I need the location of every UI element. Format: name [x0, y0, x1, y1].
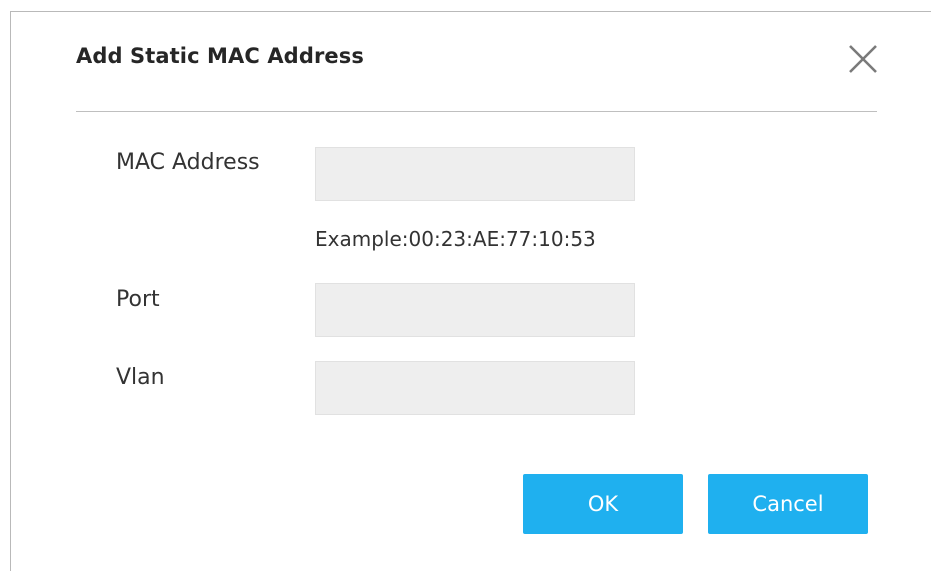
mac-address-example-hint: Example:00:23:AE:77:10:53 — [315, 227, 596, 251]
mac-address-label: MAC Address — [116, 150, 260, 175]
port-input[interactable] — [315, 283, 635, 337]
dialog-title: Add Static MAC Address — [76, 44, 364, 68]
close-icon — [849, 45, 877, 73]
title-divider — [76, 111, 877, 112]
vlan-input[interactable] — [315, 361, 635, 415]
port-label: Port — [116, 287, 160, 312]
ok-button[interactable]: OK — [523, 474, 683, 534]
vlan-label: Vlan — [116, 365, 165, 390]
close-button[interactable] — [842, 38, 886, 82]
mac-address-input[interactable] — [315, 147, 635, 201]
cancel-button[interactable]: Cancel — [708, 474, 868, 534]
